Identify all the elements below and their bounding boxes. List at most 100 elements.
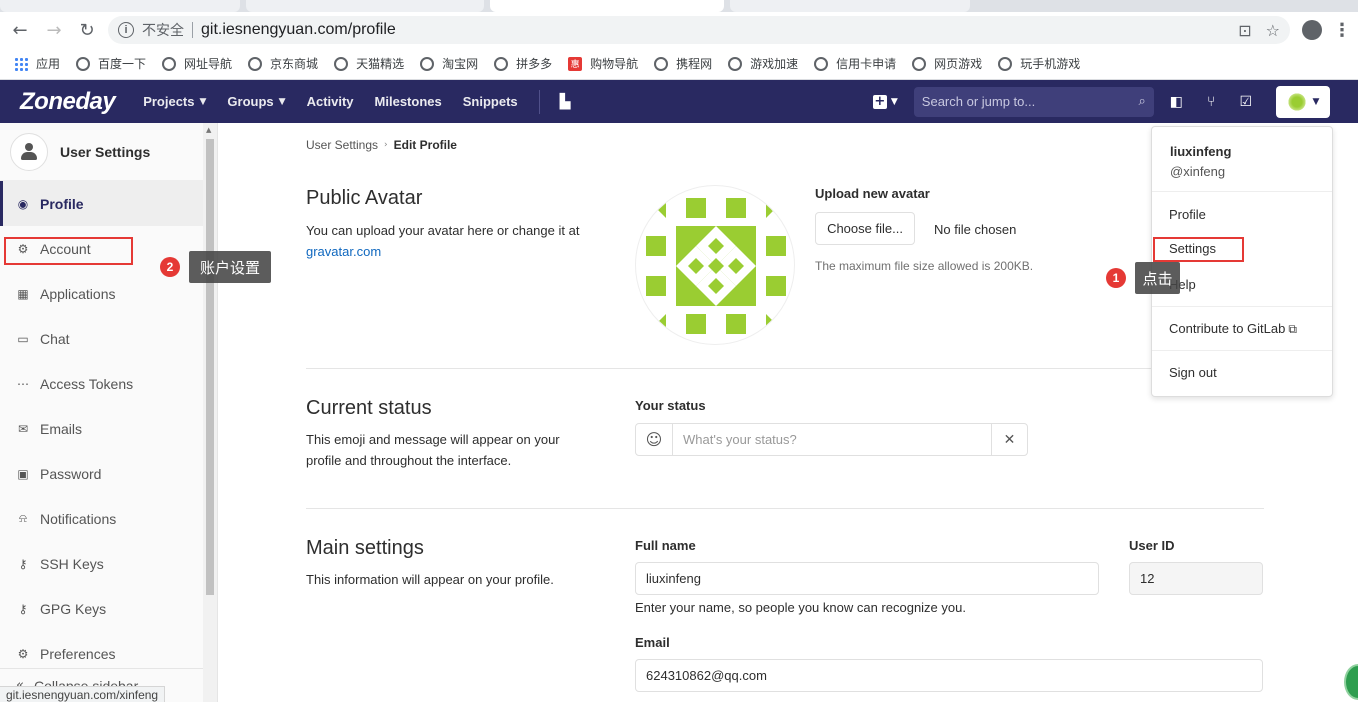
full-name-field[interactable]: liuxinfeng <box>635 562 1099 595</box>
chevron-down-icon: ▼ <box>199 96 207 107</box>
globe-icon <box>912 56 927 71</box>
token-icon: ⋯ <box>17 376 29 391</box>
avatar-section-desc: You can upload your avatar here or chang… <box>306 223 580 259</box>
browser-tab-active[interactable] <box>490 0 724 12</box>
search-input[interactable]: Search or jump to... ⌕ <box>913 86 1154 117</box>
globe-icon <box>162 56 177 71</box>
bookmark-item[interactable]: 网址导航 <box>162 55 232 72</box>
globe-icon <box>728 56 743 71</box>
todo-check-icon[interactable]: ☑ <box>1239 94 1252 110</box>
browser-tab[interactable] <box>730 0 970 12</box>
bookmark-star-icon[interactable]: ☆ <box>1266 21 1280 40</box>
email-label: Email <box>635 635 670 650</box>
breadcrumb-parent[interactable]: User Settings <box>306 138 378 152</box>
bookmark-item[interactable]: 网页游戏 <box>912 55 982 72</box>
menu-dots-icon[interactable]: ⋮ <box>1333 18 1351 42</box>
apps-grid-icon <box>14 56 28 71</box>
section-divider <box>306 508 1264 509</box>
back-icon[interactable]: ← <box>8 18 32 42</box>
scroll-up-icon[interactable]: ▲ <box>206 126 211 134</box>
forward-icon[interactable]: → <box>42 18 66 42</box>
bookmark-apps[interactable]: 应用 <box>14 55 60 72</box>
avatar <box>1286 91 1307 112</box>
status-input[interactable]: What's your status? <box>673 424 991 455</box>
no-file-text: No file chosen <box>934 222 1017 237</box>
key-icon: ⚷ <box>18 556 28 571</box>
plus-icon: + <box>872 94 887 109</box>
nav-groups[interactable]: Groups ▼ <box>227 94 285 109</box>
sidebar-item-applications[interactable]: ▦ Applications <box>0 271 217 316</box>
user-icon <box>10 132 48 171</box>
new-item-button[interactable]: + ▼ <box>872 94 898 109</box>
settings-highlight-box <box>1153 237 1244 262</box>
nav-snippets[interactable]: Snippets <box>463 94 518 109</box>
clear-status-icon[interactable]: ✕ <box>991 424 1027 455</box>
chat-bubble-icon: ▭ <box>17 331 29 346</box>
hui-icon: 惠 <box>568 56 583 71</box>
sidebar-item-ssh-keys[interactable]: ⚷ SSH Keys <box>0 541 217 586</box>
sidebar-item-emails[interactable]: ✉ Emails <box>0 406 217 451</box>
user-menu-button[interactable]: ▼ <box>1276 85 1330 118</box>
globe-icon <box>76 56 91 71</box>
app-logo[interactable]: Zoneday <box>20 88 116 116</box>
divider <box>1152 306 1332 307</box>
sidebar-item-chat[interactable]: ▭ Chat <box>0 316 217 361</box>
bookmark-item[interactable]: 惠购物导航 <box>568 55 638 72</box>
scrollbar-thumb[interactable] <box>206 139 214 595</box>
bookmark-item[interactable]: 游戏加速 <box>728 55 798 72</box>
external-link-icon: ⧉ <box>1288 322 1297 336</box>
lock-icon: ▣ <box>17 466 29 481</box>
bookmark-item[interactable]: 百度一下 <box>76 55 146 72</box>
merge-request-icon[interactable]: ⑂ <box>1207 94 1215 110</box>
account-highlight-box <box>4 237 133 265</box>
address-bar[interactable]: i 不安全 git.iesnengyuan.com/profile ⊡ ☆ <box>108 16 1290 44</box>
dropdown-profile[interactable]: Profile <box>1169 207 1206 222</box>
reload-icon[interactable]: ↻ <box>75 18 99 42</box>
browser-tab[interactable] <box>0 0 240 12</box>
avatar-section-title: Public Avatar <box>306 187 423 209</box>
bookmarks-bar: 应用 百度一下 网址导航 京东商城 天猫精选 淘宝网 拼多多 惠购物导航 携程网… <box>0 48 1358 80</box>
bell-icon: ⍾ <box>19 511 27 525</box>
translate-icon[interactable]: ⊡ <box>1238 21 1251 40</box>
profile-icon[interactable] <box>1302 20 1322 40</box>
smiley-icon[interactable]: ☺ <box>636 424 673 455</box>
full-name-help: Enter your name, so people you know can … <box>635 600 966 615</box>
sidebar-toggle-icon[interactable]: ◧ <box>1170 94 1183 110</box>
sidebar-scrollbar[interactable]: ▲ <box>203 123 217 702</box>
nav-activity[interactable]: Activity <box>307 94 354 109</box>
bookmark-item[interactable]: 天猫精选 <box>334 55 404 72</box>
your-status-label: Your status <box>635 398 706 413</box>
sidebar-item-gpg-keys[interactable]: ⚷ GPG Keys <box>0 586 217 631</box>
bookmark-item[interactable]: 信用卡申请 <box>814 55 896 72</box>
envelope-icon: ✉ <box>17 421 29 436</box>
bookmark-item[interactable]: 淘宝网 <box>420 55 478 72</box>
bookmark-item[interactable]: 京东商城 <box>248 55 318 72</box>
gravatar-link[interactable]: gravatar.com <box>306 244 381 259</box>
analytics-chart-icon[interactable]: ▙ <box>560 94 571 110</box>
breadcrumb-current: Edit Profile <box>393 138 457 152</box>
divider <box>1152 350 1332 351</box>
bookmark-item[interactable]: 拼多多 <box>494 55 552 72</box>
sidebar-item-password[interactable]: ▣ Password <box>0 451 217 496</box>
sidebar-item-access-tokens[interactable]: ⋯ Access Tokens <box>0 361 217 406</box>
sidebar-item-profile[interactable]: ◉ Profile <box>0 181 217 226</box>
globe-icon <box>654 56 669 71</box>
nav-milestones[interactable]: Milestones <box>375 94 442 109</box>
dropdown-contribute[interactable]: Contribute to GitLab ⧉ <box>1169 321 1297 337</box>
browser-tab[interactable] <box>246 0 484 12</box>
choose-file-button[interactable]: Choose file... <box>815 212 915 245</box>
max-size-hint: The maximum file size allowed is 200KB. <box>815 259 1034 273</box>
bookmark-item[interactable]: 携程网 <box>654 55 712 72</box>
step-1-tooltip: 点击 <box>1135 262 1180 294</box>
step-2-badge: 2 <box>160 257 180 277</box>
email-field[interactable]: 624310862@qq.com <box>635 659 1263 692</box>
dropdown-sign-out[interactable]: Sign out <box>1169 365 1217 380</box>
full-name-label: Full name <box>635 538 696 553</box>
info-icon[interactable]: i <box>118 22 134 38</box>
bookmark-item[interactable]: 玩手机游戏 <box>998 55 1080 72</box>
sidebar-context-header[interactable]: User Settings <box>0 123 217 181</box>
nav-projects[interactable]: Projects ▼ <box>143 94 206 109</box>
preferences-icon: ⚙ <box>17 646 29 661</box>
url-text[interactable]: git.iesnengyuan.com/profile <box>201 21 396 39</box>
sidebar-item-notifications[interactable]: ⍾ Notifications <box>0 496 217 541</box>
